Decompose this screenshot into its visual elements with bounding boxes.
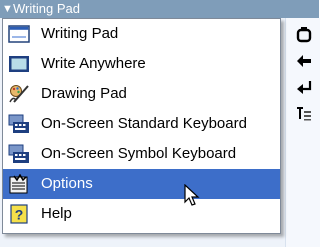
symbol-keyboard-icon (8, 144, 29, 163)
menu-item-label: On-Screen Standard Keyboard (41, 115, 247, 132)
help-icon: ? (10, 204, 28, 224)
menu-item-label: Help (41, 205, 72, 222)
menu-item-label: Write Anywhere (41, 55, 146, 72)
menu-item-label: Options (41, 175, 93, 192)
enter-icon[interactable] (295, 78, 313, 96)
menu-item-help[interactable]: ? Help (3, 199, 280, 229)
backspace-icon[interactable] (295, 52, 313, 70)
menu-item-label: On-Screen Symbol Keyboard (41, 145, 237, 162)
menu-item-drawing-pad[interactable]: Drawing Pad (3, 79, 280, 109)
menu-item-write-anywhere[interactable]: Write Anywhere (3, 49, 280, 79)
options-icon (9, 174, 28, 194)
dropdown-arrow-icon[interactable]: ▼ (2, 0, 13, 18)
drawing-pad-icon (9, 85, 29, 103)
svg-text:?: ? (15, 207, 24, 223)
tools-dropdown-menu: Writing Pad Write Anywhere Drawing Pad O… (2, 18, 281, 234)
menu-item-label: Writing Pad (41, 25, 119, 42)
menu-item-options[interactable]: Options (3, 169, 280, 199)
menu-item-writing-pad[interactable]: Writing Pad (3, 19, 280, 49)
eraser-icon[interactable] (295, 26, 313, 44)
menu-item-on-screen-standard-keyboard[interactable]: On-Screen Standard Keyboard (3, 109, 280, 139)
correction-icon[interactable] (295, 104, 313, 122)
mouse-pointer-icon (184, 184, 200, 206)
window-title: Writing Pad (13, 1, 80, 16)
menu-item-on-screen-symbol-keyboard[interactable]: On-Screen Symbol Keyboard (3, 139, 280, 169)
writing-pad-title-bar[interactable]: ▼ Writing Pad (0, 0, 319, 18)
menu-item-label: Drawing Pad (41, 85, 127, 102)
keyboard-icon (8, 114, 29, 133)
write-anywhere-icon (9, 56, 29, 72)
right-toolbar (285, 18, 320, 247)
writing-pad-icon (8, 25, 30, 43)
